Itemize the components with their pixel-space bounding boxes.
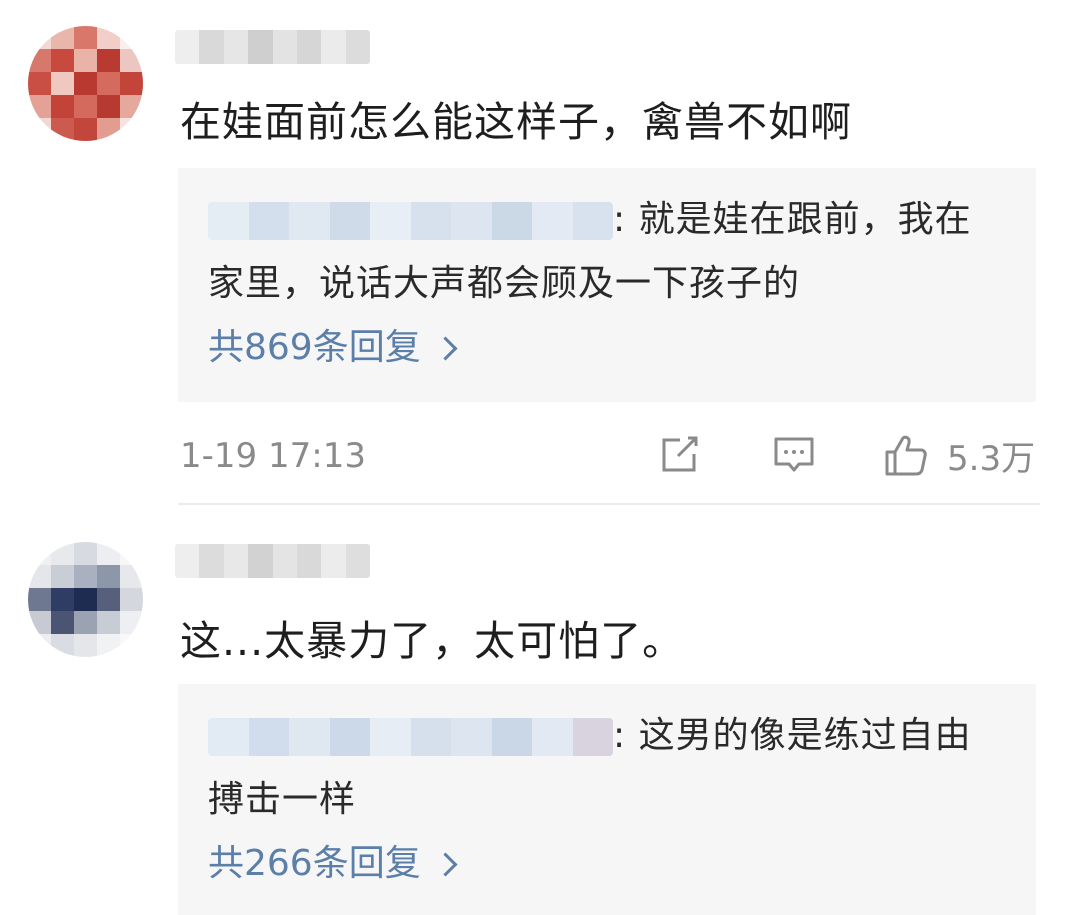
avatar[interactable] xyxy=(28,26,143,141)
like-count: 5.3万 xyxy=(947,438,1036,479)
comment-item: 这...太暴力了，太可怕了。 : 这男的像是练过自由 搏击一样 共266条回复 xyxy=(0,530,1071,915)
reply-text-line: 家里，说话大声都会顾及一下孩子的 xyxy=(208,263,801,304)
timestamp: 1-19 17:13 xyxy=(180,436,366,476)
share-icon xyxy=(662,436,698,472)
reply-text-line: : 这男的像是练过自由 xyxy=(613,715,972,756)
reply-username-redacted[interactable] xyxy=(208,718,613,756)
username-redacted[interactable] xyxy=(175,544,370,578)
divider xyxy=(178,503,1040,505)
reply-button[interactable] xyxy=(772,430,818,480)
thumbs-up-icon xyxy=(885,435,927,476)
comment-text: 这...太暴力了，太可怕了。 xyxy=(180,617,685,665)
reply-count-label: 共266条回复 xyxy=(208,843,421,884)
reply-preview[interactable]: : 就是娃在跟前，我在 家里，说话大声都会顾及一下孩子的 共869条回复 xyxy=(178,168,1036,402)
reply-preview[interactable]: : 这男的像是练过自由 搏击一样 共266条回复 xyxy=(178,684,1036,915)
chevron-right-icon xyxy=(433,851,458,877)
like-button[interactable]: 5.3万 xyxy=(883,430,1043,480)
reply-text-line: 搏击一样 xyxy=(208,779,357,820)
reply-count-label: 共869条回复 xyxy=(208,327,421,368)
share-button[interactable] xyxy=(658,430,704,480)
username-redacted[interactable] xyxy=(175,30,370,64)
reply-text-line: : 就是娃在跟前，我在 xyxy=(613,199,972,240)
view-replies-link[interactable]: 共266条回复 xyxy=(208,842,458,886)
comment-feed: 在娃面前怎么能这样子，禽兽不如啊 : 就是娃在跟前，我在 家里，说话大声都会顾及… xyxy=(0,0,1071,915)
comment-icon xyxy=(774,437,814,472)
comment-actions: 1-19 17:13 5.3万 xyxy=(180,430,1040,482)
reply-username-redacted[interactable] xyxy=(208,202,613,240)
comment-item: 在娃面前怎么能这样子，禽兽不如啊 : 就是娃在跟前，我在 家里，说话大声都会顾及… xyxy=(0,0,1071,505)
avatar[interactable] xyxy=(28,542,143,657)
chevron-right-icon xyxy=(433,335,458,361)
comment-text: 在娃面前怎么能这样子，禽兽不如啊 xyxy=(180,98,852,146)
view-replies-link[interactable]: 共869条回复 xyxy=(208,326,458,370)
